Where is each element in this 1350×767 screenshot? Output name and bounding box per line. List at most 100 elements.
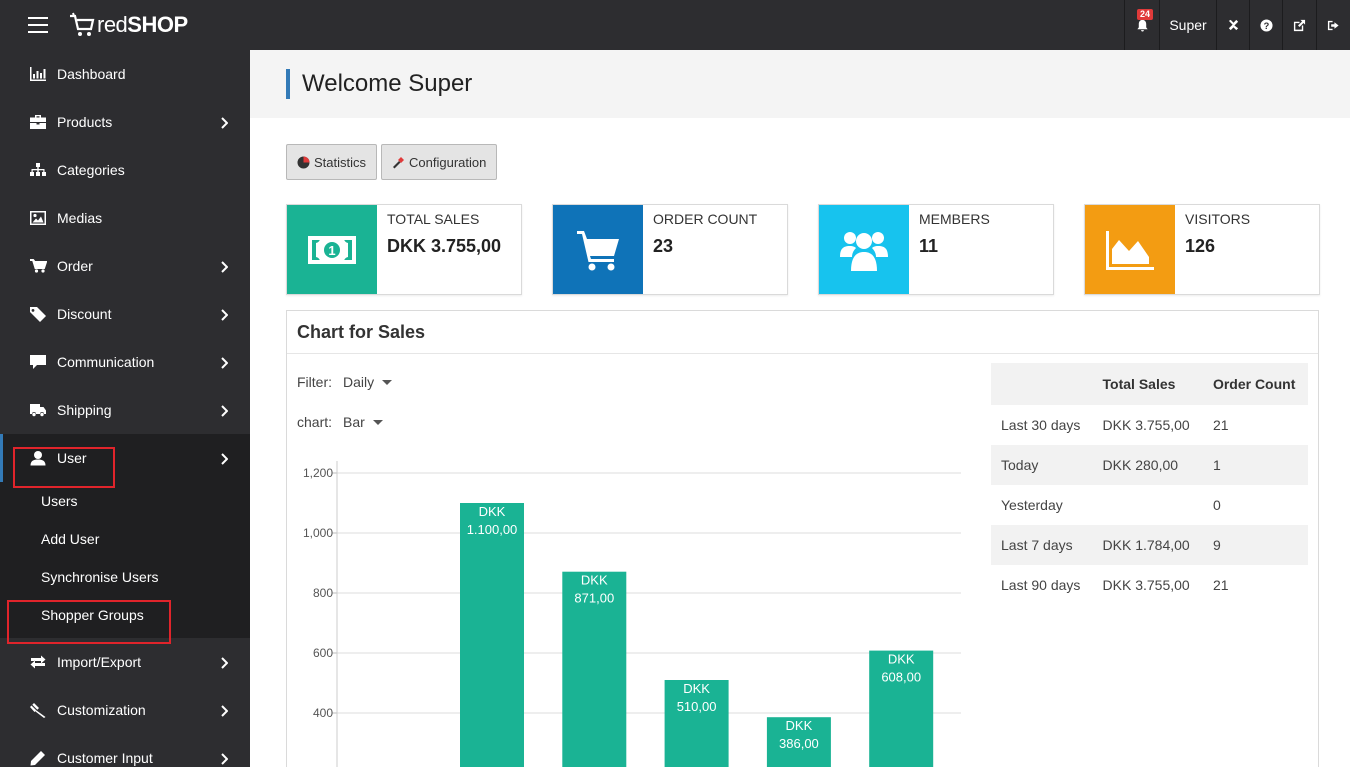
panel-title: Chart for Sales	[287, 311, 1318, 354]
notifications-button[interactable]: 24	[1124, 0, 1159, 50]
y-tick-label: 400	[313, 706, 333, 720]
chevron-right-icon	[221, 453, 229, 465]
bar-value-label: 386,00	[779, 736, 819, 751]
submenu-item-synchronise-users[interactable]: Synchronise Users	[0, 558, 250, 596]
bar-value-label: 871,00	[574, 591, 614, 606]
logout-icon	[1327, 20, 1339, 30]
brand-logo[interactable]: redSHOP	[68, 10, 188, 40]
svg-text:1: 1	[328, 243, 335, 258]
brand-name: redSHOP	[97, 12, 188, 37]
user-name: Super	[1169, 17, 1207, 33]
sales-summary-table: Total Sales Order Count Last 30 days DKK…	[991, 363, 1308, 605]
sidebar-item-products[interactable]: Products	[0, 98, 250, 146]
y-tick-label: 1,200	[303, 466, 333, 480]
sidebar-item-label: Dashboard	[57, 66, 126, 82]
configuration-button-label: Configuration	[409, 154, 487, 170]
card-label: TOTAL SALES	[387, 211, 480, 227]
table-cell: 9	[1212, 537, 1221, 553]
sidebar-item-label: User	[57, 450, 87, 466]
card-value: DKK 3.755,00	[387, 236, 502, 256]
sidebar-item-label: Import/Export	[57, 654, 142, 670]
card-label: ORDER COUNT	[653, 211, 758, 227]
submenu-item-users[interactable]: Users	[0, 482, 250, 520]
sidebar-item-import-export[interactable]: Import/Export	[0, 638, 250, 686]
bar-chart-icon	[30, 67, 46, 81]
configuration-button[interactable]: Configuration	[381, 144, 498, 180]
main-content: Welcome Super Statistics Configuration 1…	[250, 50, 1350, 767]
visitors-card[interactable]: VISITORS 126	[1084, 204, 1320, 295]
area-chart-icon	[1106, 230, 1154, 270]
chart-type-select[interactable]: Bar	[343, 414, 365, 430]
chevron-right-icon	[221, 117, 229, 129]
cart-logo-icon	[70, 12, 95, 36]
bar-value-label: DKK	[581, 573, 608, 588]
sidebar-item-customization[interactable]: Customization	[0, 686, 250, 734]
table-cell: 0	[1212, 497, 1221, 513]
y-tick-label: 800	[313, 586, 333, 600]
sidebar-item-dashboard[interactable]: Dashboard	[0, 50, 250, 98]
sidebar-item-label: Customization	[57, 702, 146, 718]
card-value: 126	[1185, 236, 1216, 256]
sidebar-item-order[interactable]: Order	[0, 242, 250, 290]
bar	[869, 650, 934, 767]
user-icon	[30, 451, 46, 466]
hamburger-menu-icon[interactable]	[28, 17, 48, 33]
y-tick-label: 600	[313, 646, 333, 660]
bar	[460, 503, 524, 767]
sidebar-item-shipping[interactable]: Shipping	[0, 386, 250, 434]
chevron-right-icon	[221, 657, 229, 669]
order-count-card[interactable]: ORDER COUNT 23	[552, 204, 788, 295]
truck-icon	[30, 404, 46, 417]
sidebar-item-customer-input[interactable]: Customer Input	[0, 734, 250, 767]
svg-text:?: ?	[1263, 20, 1269, 30]
sidebar-item-label: Shipping	[57, 402, 112, 418]
table-cell: 21	[1212, 417, 1229, 433]
sidebar: Dashboard Products Categories Medias Ord…	[0, 50, 250, 767]
tag-icon	[30, 307, 46, 322]
bar-value-label: DKK	[786, 718, 813, 733]
table-cell: Last 7 days	[1001, 537, 1073, 553]
briefcase-icon	[30, 115, 46, 129]
total-sales-card[interactable]: 1 TOTAL SALES DKK 3.755,00	[286, 204, 522, 295]
sidebar-item-medias[interactable]: Medias	[0, 194, 250, 242]
sidebar-item-communication[interactable]: Communication	[0, 338, 250, 386]
chevron-right-icon	[221, 753, 229, 765]
table-header-row: Total Sales Order Count	[991, 363, 1308, 405]
gavel-icon	[30, 703, 46, 718]
logout-button[interactable]	[1316, 0, 1350, 50]
sidebar-item-label: Products	[57, 114, 113, 130]
user-submenu: Users Add User Synchronise Users Shopper…	[0, 482, 250, 638]
joomla-button[interactable]	[1216, 0, 1249, 50]
caret-down-icon[interactable]	[372, 419, 383, 425]
table-row: Today DKK 280,00 1	[991, 445, 1308, 485]
card-icon-box	[819, 205, 909, 294]
sidebar-item-categories[interactable]: Categories	[0, 146, 250, 194]
card-label: VISITORS	[1185, 211, 1251, 227]
help-button[interactable]: ?	[1249, 0, 1282, 50]
money-icon: 1	[308, 235, 356, 264]
joomla-icon	[1228, 19, 1238, 30]
table-row: Last 90 days DKK 3.755,00 21	[991, 565, 1308, 605]
sales-bar-chart: 400 600 800 1,000 1,200 DKK 1.100,00 DKK 871,00 D…	[303, 461, 961, 767]
chevron-right-icon	[221, 357, 229, 369]
caret-down-icon[interactable]	[382, 379, 393, 385]
sidebar-item-discount[interactable]: Discount	[0, 290, 250, 338]
chevron-right-icon	[221, 261, 229, 273]
statistics-button[interactable]: Statistics	[286, 144, 378, 180]
statistics-button-label: Statistics	[314, 154, 367, 170]
bar-value-label: 1.100,00	[467, 522, 518, 537]
submenu-item-shopper-groups[interactable]: Shopper Groups	[0, 596, 250, 634]
external-link-icon	[1293, 19, 1306, 31]
preview-site-button[interactable]	[1282, 0, 1316, 50]
chevron-right-icon	[221, 309, 229, 321]
card-value: 23	[653, 236, 674, 256]
card-value: 11	[919, 236, 939, 256]
members-card[interactable]: MEMBERS 11	[818, 204, 1054, 295]
filter-label: Filter:	[297, 374, 332, 390]
submenu-item-add-user[interactable]: Add User	[0, 520, 250, 558]
sidebar-item-user[interactable]: User	[0, 434, 250, 482]
table-cell: DKK 1.784,00	[1102, 537, 1190, 553]
filter-select[interactable]: Daily	[343, 374, 374, 390]
user-menu-button[interactable]: Super	[1159, 0, 1216, 50]
table-cell: 1	[1212, 457, 1221, 473]
